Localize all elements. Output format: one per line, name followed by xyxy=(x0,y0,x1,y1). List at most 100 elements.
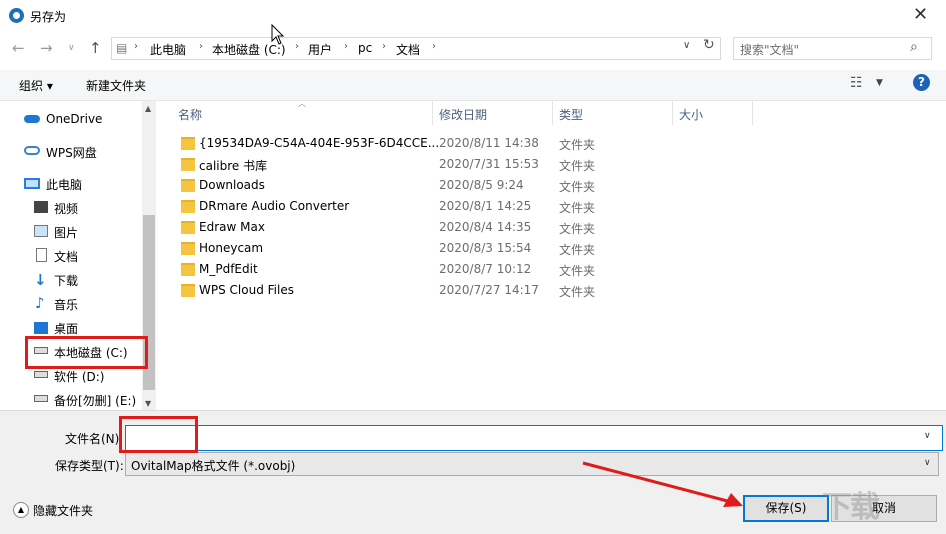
file-type: 文件夹 xyxy=(559,138,596,152)
separator-icon: › xyxy=(134,41,138,52)
file-date: 2020/8/4 14:35 xyxy=(439,220,532,234)
collapse-icon[interactable]: ▲ xyxy=(13,502,29,518)
file-row[interactable]: Downloads 2020/8/5 9:24 文件夹 xyxy=(170,175,940,196)
folder-icon xyxy=(181,221,195,234)
crumb-users[interactable]: 用户 xyxy=(308,41,332,58)
forward-arrow-icon[interactable]: → xyxy=(40,39,53,57)
file-type: 文件夹 xyxy=(559,201,596,215)
filetype-label: 保存类型(T): xyxy=(55,459,124,473)
drive-icon xyxy=(34,395,48,402)
highlight-box xyxy=(119,416,198,453)
folder-icon xyxy=(181,158,195,171)
nav-item-software-d[interactable]: 软件 (D:) xyxy=(54,368,104,385)
location-icon: ▤ xyxy=(116,41,128,55)
folder-icon xyxy=(181,242,195,255)
file-date: 2020/8/3 15:54 xyxy=(439,241,532,255)
chevron-down-icon[interactable]: ∨ xyxy=(924,431,931,441)
folder-icon xyxy=(181,263,195,276)
chevron-down-icon[interactable]: ∨ xyxy=(924,458,931,468)
video-icon xyxy=(34,201,48,213)
separator-icon: › xyxy=(432,41,436,52)
file-name: Edraw Max xyxy=(199,220,265,234)
new-folder-button[interactable]: 新建文件夹 xyxy=(86,77,146,94)
crumb-documents[interactable]: 文档 xyxy=(396,41,420,58)
window-title: 另存为 xyxy=(30,10,67,24)
wps-cloud-icon xyxy=(24,146,40,155)
nav-item-videos[interactable]: 视频 xyxy=(54,200,78,217)
folder-icon xyxy=(181,179,195,192)
document-icon xyxy=(36,248,47,262)
nav-item-downloads[interactable]: 下载 xyxy=(54,272,78,289)
chevron-down-icon[interactable]: ▼ xyxy=(876,78,883,88)
separator-icon: › xyxy=(199,41,203,52)
nav-item-wps[interactable]: WPS网盘 xyxy=(46,144,97,161)
file-row[interactable]: M_PdfEdit 2020/8/7 10:12 文件夹 xyxy=(170,259,940,280)
scroll-up-icon[interactable]: ▲ xyxy=(145,104,151,113)
download-icon: ↓ xyxy=(34,271,47,289)
history-chevron-icon[interactable]: ∨ xyxy=(68,43,75,53)
folder-icon xyxy=(181,137,195,150)
column-header-name[interactable]: 名称 xyxy=(178,106,202,123)
nav-item-backup-e[interactable]: 备份[勿删] (E:) xyxy=(54,392,136,409)
music-icon: ♪ xyxy=(35,294,45,312)
file-row[interactable]: DRmare Audio Converter 2020/8/1 14:25 文件… xyxy=(170,196,940,217)
scroll-down-icon[interactable]: ▼ xyxy=(145,399,151,408)
chevron-down-icon[interactable]: ∨ xyxy=(683,40,690,51)
hide-folders-button[interactable]: 隐藏文件夹 xyxy=(33,502,93,519)
column-header-date[interactable]: 修改日期 xyxy=(439,106,487,123)
cloud-icon xyxy=(24,115,40,123)
refresh-icon[interactable]: ↻ xyxy=(703,37,715,53)
app-icon xyxy=(9,8,24,23)
help-button[interactable]: ? xyxy=(913,74,930,91)
up-arrow-icon[interactable]: ↑ xyxy=(89,39,102,57)
drive-icon xyxy=(34,371,48,378)
file-name: Honeycam xyxy=(199,241,264,255)
nav-item-music[interactable]: 音乐 xyxy=(54,296,78,313)
filename-input[interactable] xyxy=(125,425,943,451)
nav-item-this-pc[interactable]: 此电脑 xyxy=(46,176,82,193)
file-type: 文件夹 xyxy=(559,285,596,299)
nav-item-desktop[interactable]: 桌面 xyxy=(54,320,78,337)
file-row[interactable]: WPS Cloud Files 2020/7/27 14:17 文件夹 xyxy=(170,280,940,301)
highlight-box xyxy=(25,336,148,369)
file-type: 文件夹 xyxy=(559,159,596,173)
file-row[interactable]: Edraw Max 2020/8/4 14:35 文件夹 xyxy=(170,217,940,238)
column-divider[interactable] xyxy=(672,101,673,125)
file-row[interactable]: {19534DA9-C54A-404E-953F-6D4CCE... 2020/… xyxy=(170,133,940,154)
search-icon[interactable]: ⌕ xyxy=(910,39,918,55)
organize-button[interactable]: 组织 ▾ xyxy=(19,77,53,94)
close-icon[interactable]: ✕ xyxy=(913,4,928,25)
file-row[interactable]: Honeycam 2020/8/3 15:54 文件夹 xyxy=(170,238,940,259)
file-date: 2020/8/7 10:12 xyxy=(439,262,532,276)
crumb-this-pc[interactable]: 此电脑 xyxy=(150,41,186,58)
file-date: 2020/8/1 14:25 xyxy=(439,199,532,213)
file-date: 2020/7/31 15:53 xyxy=(439,157,539,171)
column-divider[interactable] xyxy=(432,101,433,125)
nav-item-documents[interactable]: 文档 xyxy=(54,248,78,265)
save-button[interactable]: 保存(S) xyxy=(743,495,829,522)
folder-icon xyxy=(181,200,195,213)
filename-label: 文件名(N): xyxy=(65,432,124,446)
column-header-type[interactable]: 类型 xyxy=(559,106,583,123)
file-name: DRmare Audio Converter xyxy=(199,199,350,213)
view-options-icon[interactable]: ☷ xyxy=(850,75,863,91)
file-date: 2020/7/27 14:17 xyxy=(439,283,539,297)
column-header-size[interactable]: 大小 xyxy=(679,106,703,123)
nav-item-pictures[interactable]: 图片 xyxy=(54,224,78,241)
nav-item-onedrive[interactable]: OneDrive xyxy=(46,112,102,126)
column-divider[interactable] xyxy=(552,101,553,125)
search-placeholder: 搜索"文档" xyxy=(740,43,800,57)
crumb-pc[interactable]: pc xyxy=(358,41,372,55)
cursor-icon xyxy=(271,24,285,45)
column-divider[interactable] xyxy=(752,101,753,125)
folder-icon xyxy=(181,284,195,297)
file-row[interactable]: calibre 书库 2020/7/31 15:53 文件夹 xyxy=(170,154,940,175)
filetype-value: OvitalMap格式文件 (*.ovobj) xyxy=(131,459,296,473)
file-type: 文件夹 xyxy=(559,180,596,194)
file-date: 2020/8/5 9:24 xyxy=(439,178,524,192)
sort-up-icon: ︿ xyxy=(298,99,306,108)
back-arrow-icon[interactable]: ← xyxy=(12,39,25,57)
desktop-icon xyxy=(34,322,48,334)
address-bar[interactable]: ▤ › 此电脑 › 本地磁盘 (C:) › 用户 › pc › 文档 › xyxy=(111,37,721,60)
annotation-arrow xyxy=(582,461,743,507)
